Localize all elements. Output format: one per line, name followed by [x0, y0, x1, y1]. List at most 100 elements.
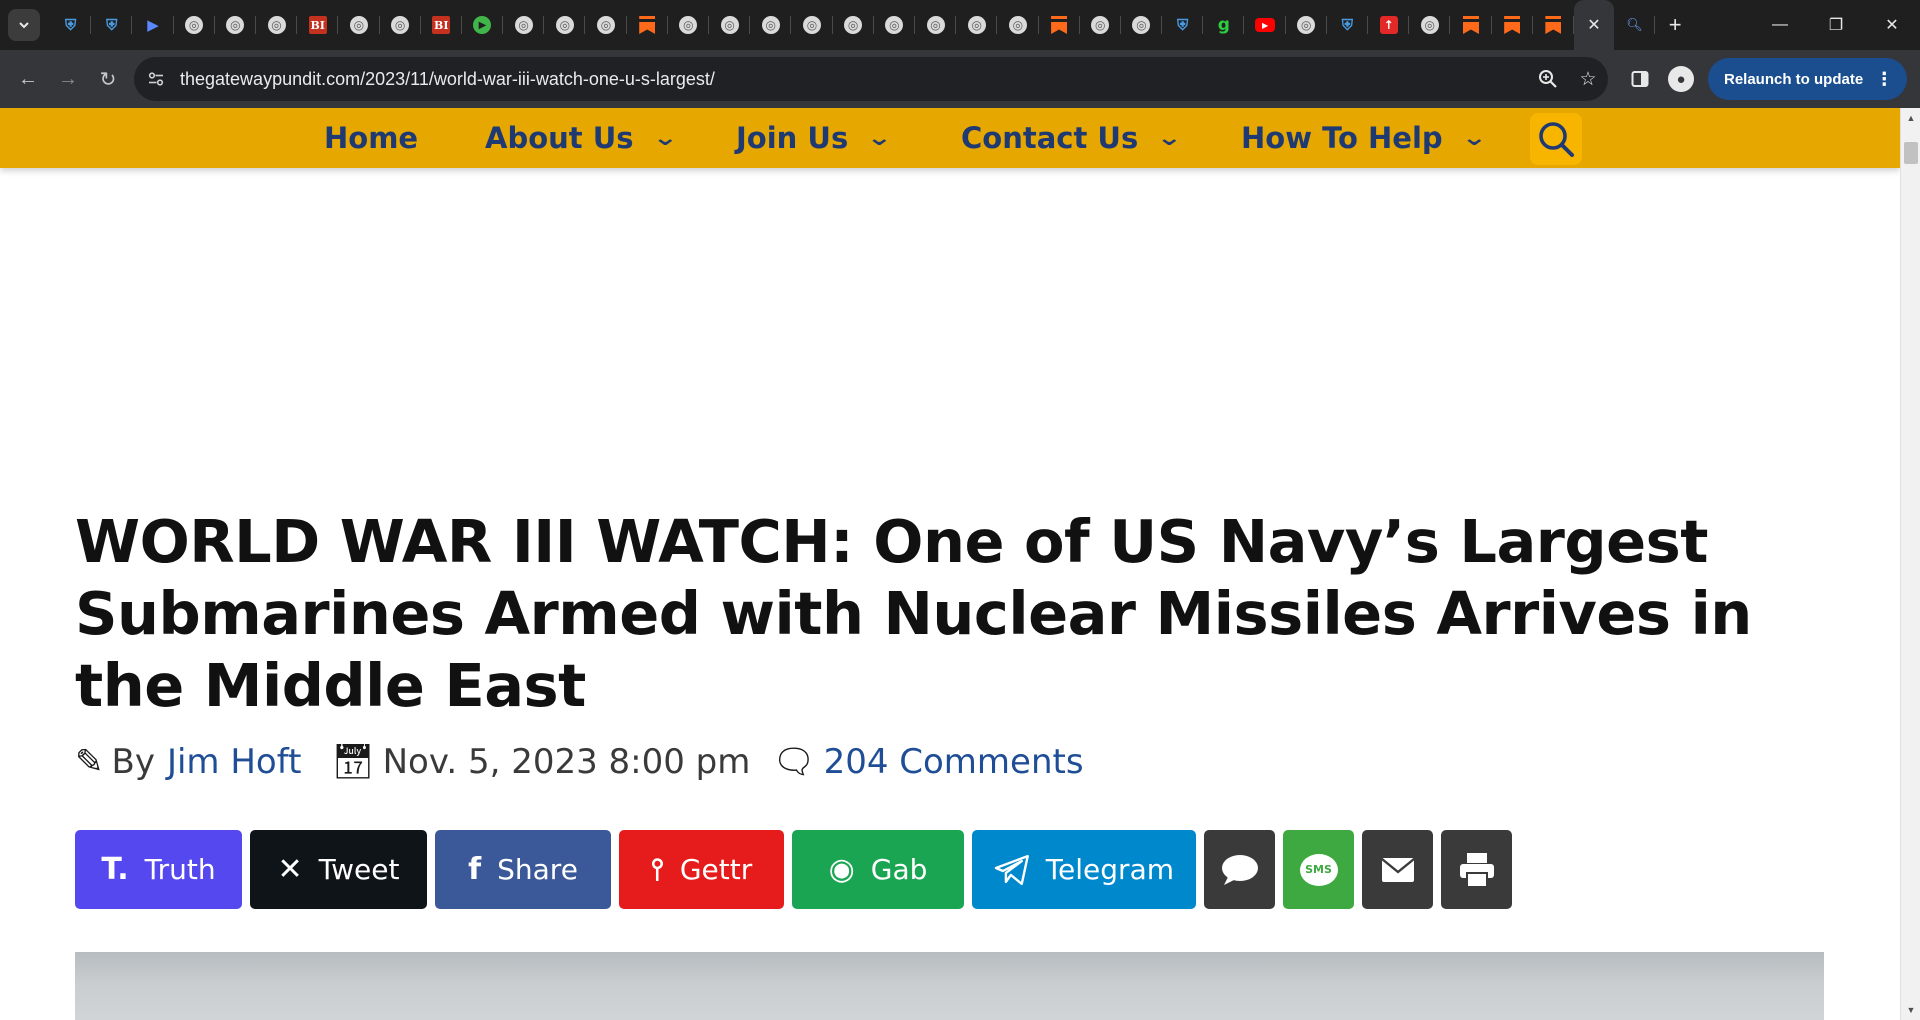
browser-tab[interactable]: ◎: [256, 0, 298, 50]
browser-tab[interactable]: 🔍︎: [1614, 0, 1656, 50]
site-search-button[interactable]: [1530, 113, 1582, 165]
browser-tab[interactable]: ◎: [503, 0, 545, 50]
chevron-down-icon: [19, 22, 29, 29]
browser-tab[interactable]: ◎: [956, 0, 998, 50]
browser-tab[interactable]: BI: [297, 0, 339, 50]
browser-tab[interactable]: ◎: [833, 0, 874, 50]
browser-tab[interactable]: ◎: [174, 0, 215, 50]
bookmark-flag-icon: [1504, 16, 1521, 34]
browser-tab[interactable]: ◎: [709, 0, 751, 50]
browser-tab[interactable]: ◎: [997, 0, 1039, 50]
mail-icon: [1380, 857, 1415, 882]
browser-tab[interactable]: [1450, 0, 1492, 50]
browser-tab[interactable]: ◎: [791, 0, 833, 50]
nav-join-us[interactable]: Join Us ⌄: [736, 108, 892, 168]
author-link[interactable]: Jim Hoft: [167, 742, 301, 782]
browser-tab[interactable]: [1533, 0, 1575, 50]
minimize-button[interactable]: —: [1752, 0, 1808, 50]
telegram-icon: [994, 854, 1029, 885]
truth-social-icon: T.: [101, 852, 129, 887]
new-tab-button[interactable]: +: [1659, 9, 1691, 41]
share-label: Gettr: [679, 853, 753, 886]
zoom-icon[interactable]: [1528, 59, 1568, 99]
share-tweet-button[interactable]: ✕ Tweet: [250, 830, 427, 909]
search-icon: 🔍︎: [1626, 17, 1643, 32]
browser-tab[interactable]: g: [1203, 0, 1245, 50]
nav-contact-us[interactable]: Contact Us ⌄: [961, 108, 1182, 168]
browser-tab[interactable]: ▶: [462, 0, 504, 50]
share-telegram-button[interactable]: Telegram: [972, 830, 1196, 909]
relaunch-label: Relaunch to update: [1724, 70, 1864, 88]
nav-how-to-help[interactable]: How To Help ⌄: [1241, 108, 1487, 168]
youtube-icon: ▶: [1255, 18, 1276, 32]
browser-tab[interactable]: ◎: [1286, 0, 1328, 50]
side-panel-icon[interactable]: [1618, 57, 1662, 101]
scrollbar-thumb[interactable]: [1904, 142, 1918, 164]
comments-link[interactable]: 204 Comments: [824, 742, 1084, 782]
browser-tab[interactable]: ◎: [915, 0, 957, 50]
scroll-down-arrow-icon[interactable]: ▼: [1901, 1002, 1920, 1018]
share-sms-button[interactable]: SMS: [1283, 830, 1354, 909]
page-scrollbar[interactable]: ▲ ▼: [1900, 108, 1920, 1020]
profile-avatar-icon[interactable]: ●: [1668, 66, 1694, 92]
browser-tab[interactable]: ◎: [338, 0, 380, 50]
browser-tab[interactable]: ◎: [1121, 0, 1163, 50]
nav-home[interactable]: Home: [324, 108, 418, 168]
url-text[interactable]: thegatewaypundit.com/2023/11/world-war-i…: [180, 69, 1528, 90]
star-icon[interactable]: ☆: [1568, 59, 1608, 99]
close-window-button[interactable]: ✕: [1864, 0, 1920, 50]
address-bar[interactable]: thegatewaypundit.com/2023/11/world-war-i…: [134, 57, 1608, 101]
share-gettr-button[interactable]: ⫯ Gettr: [619, 830, 784, 909]
tune-icon: [148, 72, 164, 86]
comments-icon: 🗨︎: [772, 742, 816, 782]
browser-tab[interactable]: ◎: [585, 0, 627, 50]
shield-icon: ⛨: [1341, 16, 1354, 34]
bi-icon: BI: [432, 16, 451, 34]
browser-toolbar: ← → ↻ thegatewaypundit.com/2023/11/world…: [0, 50, 1920, 108]
browser-tab[interactable]: ◎: [1080, 0, 1122, 50]
share-gab-button[interactable]: ◉ Gab: [792, 830, 964, 909]
browser-tab[interactable]: ◎: [750, 0, 792, 50]
browser-tab[interactable]: ◎: [380, 0, 421, 50]
browser-tab[interactable]: ⛨: [50, 0, 92, 50]
globe-icon: ◎: [349, 16, 368, 34]
browser-tab[interactable]: ⛨: [1162, 0, 1204, 50]
close-icon[interactable]: ✕: [1587, 15, 1600, 35]
browser-tab[interactable]: ⛨: [1327, 0, 1369, 50]
browser-tab[interactable]: ⛨: [91, 0, 133, 50]
globe-icon: ◎: [185, 16, 204, 34]
site-info-button[interactable]: [138, 61, 174, 97]
browser-tab[interactable]: ◎: [1409, 0, 1451, 50]
browser-tab[interactable]: ◎: [544, 0, 586, 50]
browser-tab[interactable]: ▶: [1244, 0, 1286, 50]
share-print-button[interactable]: [1441, 830, 1512, 909]
tab-strip: ⛨ ⛨ ▶ ◎ ◎ ◎ BI ◎ ◎ BI ▶ ◎ ◎ ◎ ◎ ◎ ◎ ◎ ◎ …: [0, 0, 1920, 50]
browser-tab[interactable]: BI: [421, 0, 463, 50]
browser-tab[interactable]: ◎: [874, 0, 916, 50]
reload-button[interactable]: ↻: [88, 59, 128, 99]
active-tab[interactable]: ✕: [1573, 0, 1614, 50]
scroll-up-arrow-icon[interactable]: ▲: [1901, 110, 1920, 126]
browser-tab[interactable]: ↑: [1368, 0, 1410, 50]
share-truth-button[interactable]: T. Truth: [75, 830, 242, 909]
shield-icon: ⛨: [1177, 16, 1189, 34]
globe-icon: ◎: [761, 16, 780, 34]
restore-button[interactable]: ❐: [1808, 0, 1864, 50]
article-meta: ✎ By Jim Hoft 📅︎ Nov. 5, 2023 8:00 pm 🗨︎…: [75, 738, 1084, 786]
share-chat-button[interactable]: [1204, 830, 1275, 909]
share-facebook-button[interactable]: f Share: [435, 830, 611, 909]
arrow-left-icon: ←: [18, 67, 38, 90]
share-email-button[interactable]: [1362, 830, 1433, 909]
more-menu-icon[interactable]: ⋮: [1875, 69, 1893, 90]
forward-button[interactable]: →: [48, 59, 88, 99]
nav-about-us[interactable]: About Us ⌄: [485, 108, 678, 168]
browser-tab[interactable]: [1492, 0, 1533, 50]
browser-tab[interactable]: [627, 0, 669, 50]
tab-search-button[interactable]: [8, 9, 40, 41]
browser-tab[interactable]: ▶: [132, 0, 174, 50]
relaunch-button[interactable]: Relaunch to update ⋮: [1708, 58, 1908, 100]
back-button[interactable]: ←: [8, 59, 48, 99]
browser-tab[interactable]: ◎: [668, 0, 710, 50]
browser-tab[interactable]: ◎: [215, 0, 257, 50]
browser-tab[interactable]: [1039, 0, 1080, 50]
